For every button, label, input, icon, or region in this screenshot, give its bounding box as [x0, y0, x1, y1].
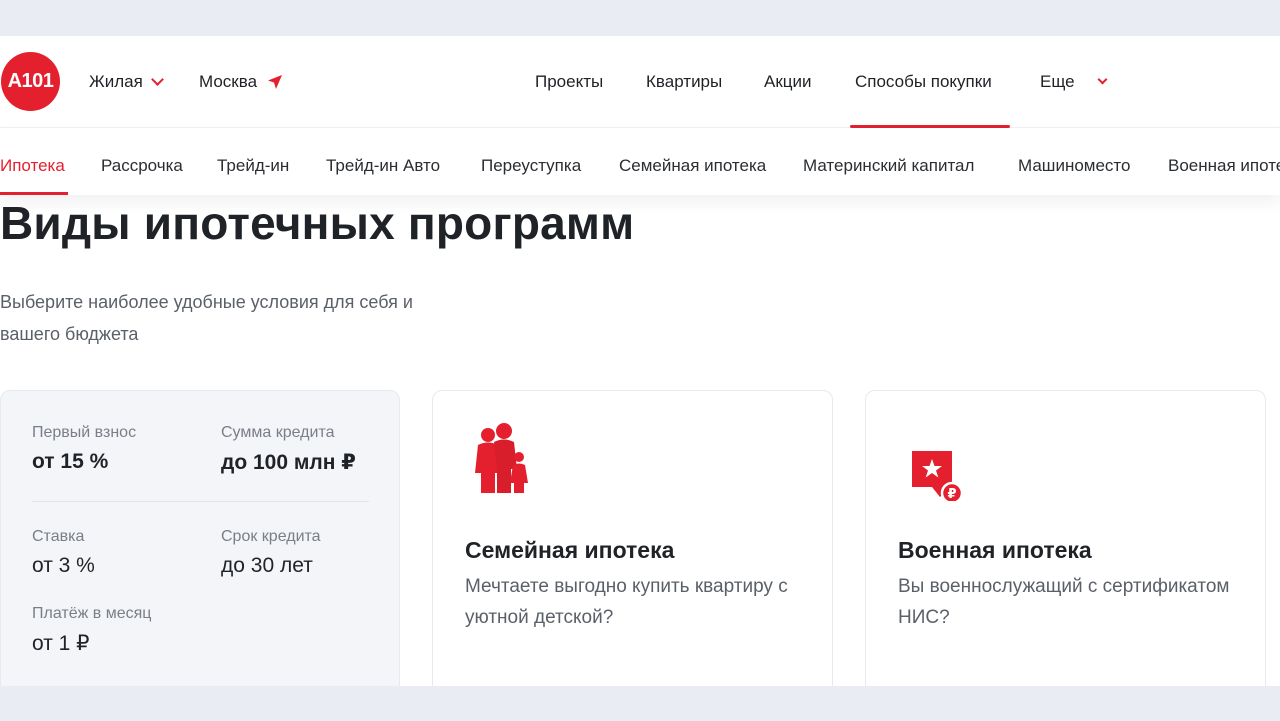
chevron-down-icon	[1097, 74, 1108, 85]
program-card-family[interactable]: Семейная ипотека Мечтаете выгодно купить…	[432, 390, 833, 686]
subnav-maternity-capital[interactable]: Материнский капитал	[803, 156, 974, 176]
program-description: Вы военнослужащий с сертификатом НИС?	[898, 576, 1230, 628]
payment-value: от 1 ₽	[32, 632, 90, 655]
term-value: до 30 лет	[221, 554, 313, 577]
segment-label: Жилая	[89, 72, 143, 91]
city-label: Москва	[199, 72, 258, 91]
page-subtitle: Выберите наиболее удобные условия для се…	[0, 292, 413, 344]
down-payment-value: от 15 %	[32, 450, 109, 473]
city-selector[interactable]: Москва	[199, 72, 283, 92]
svg-text:₽: ₽	[947, 487, 956, 501]
subnav-trade-in[interactable]: Трейд-ин	[217, 156, 289, 176]
nav-projects[interactable]: Проекты	[535, 72, 603, 92]
subnav-installment[interactable]: Рассрочка	[101, 156, 183, 176]
program-title: Семейная ипотека	[465, 537, 675, 563]
family-icon	[475, 423, 528, 493]
logo-text: А101	[7, 70, 54, 92]
subnav-family-mortgage[interactable]: Семейная ипотека	[619, 156, 766, 176]
program-description: Мечтаете выгодно купить квартиру с уютно…	[465, 576, 788, 628]
payment-label: Платёж в месяц	[32, 605, 152, 622]
subnav-assignment[interactable]: Переуступка	[481, 156, 581, 176]
subnav-mortgage[interactable]: Ипотека	[0, 156, 65, 176]
program-card-military[interactable]: ₽ Военная ипотека Вы военнослужащий с се…	[865, 390, 1266, 686]
logo[interactable]: А101	[1, 52, 60, 111]
page-title: Виды ипотечных программ	[0, 197, 635, 249]
military-badge-icon: ₽	[912, 451, 964, 501]
purchase-methods-subnav: Ипотека Рассрочка Трейд-ин Трейд-ин Авто…	[0, 128, 1280, 195]
site-header: А101 Жилая Москва Проекты Квартиры Акции…	[0, 36, 1280, 128]
subnav-military-mortgage[interactable]: Военная ипотека	[1168, 156, 1280, 176]
chevron-down-icon	[150, 73, 164, 86]
program-title: Военная ипотека	[898, 537, 1092, 563]
subnav-parking[interactable]: Машиноместо	[1018, 156, 1130, 176]
nav-promotions[interactable]: Акции	[764, 72, 812, 92]
nav-purchase-methods[interactable]: Способы покупки	[855, 72, 992, 92]
rate-label: Ставка	[32, 528, 85, 545]
nav-apartments[interactable]: Квартиры	[646, 72, 722, 92]
term-label: Срок кредита	[221, 528, 321, 545]
down-payment-label: Первый взнос	[32, 424, 137, 441]
nav-more[interactable]: Еще	[1040, 72, 1108, 92]
location-arrow-icon	[268, 75, 283, 89]
loan-amount-value: до 100 млн ₽	[221, 451, 356, 474]
mortgage-summary-card: Первый взнос от 15 % Сумма кредита до 10…	[0, 390, 400, 686]
subnav-trade-in-auto[interactable]: Трейд-ин Авто	[326, 156, 440, 176]
active-subnav-indicator	[0, 192, 68, 195]
nav-more-label: Еще	[1040, 72, 1075, 91]
segment-selector[interactable]: Жилая	[89, 72, 164, 92]
divider	[32, 501, 369, 502]
page: А101 Жилая Москва Проекты Квартиры Акции…	[0, 36, 1280, 686]
loan-amount-label: Сумма кредита	[221, 424, 335, 441]
rate-value: от 3 %	[32, 554, 95, 577]
